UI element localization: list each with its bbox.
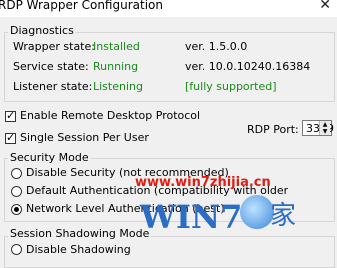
rdp-port-spinner[interactable]: ▲ ▼: [319, 121, 330, 135]
security-mode-legend: Security Mode: [8, 151, 91, 164]
spin-down-icon[interactable]: ▼: [319, 128, 330, 135]
enable-rdp-checkbox[interactable]: [5, 109, 16, 122]
single-session-label[interactable]: Single Session Per User: [20, 131, 149, 144]
close-icon[interactable]: ✕: [319, 0, 331, 13]
enable-rdp-label[interactable]: Enable Remote Desktop Protocol: [20, 109, 200, 122]
wrapper-state-label: Wrapper state:: [13, 40, 95, 53]
disable-shadowing-label[interactable]: Disable Shadowing: [26, 243, 131, 256]
spin-up-icon[interactable]: ▲: [319, 121, 330, 128]
service-state-label: Service state:: [13, 60, 89, 73]
listener-state-label: Listener state:: [13, 80, 93, 93]
disable-security-radio[interactable]: [11, 168, 22, 179]
watermark-logo: WIN7: [140, 198, 243, 236]
disable-shadowing-radio[interactable]: [11, 244, 22, 255]
default-auth-radio[interactable]: [11, 186, 22, 197]
wrapper-version: ver. 1.5.0.0: [185, 40, 248, 53]
shadowing-legend: Session Shadowing Mode: [8, 227, 152, 240]
listener-state-value: Listening: [93, 80, 143, 93]
single-session-checkbox[interactable]: [5, 131, 16, 144]
service-state-value: Running: [93, 60, 139, 73]
nla-radio[interactable]: [11, 204, 22, 215]
watermark-url: www.win7zhijia.cn: [135, 175, 271, 190]
diagnostics-legend: Diagnostics: [8, 24, 76, 37]
listener-support: [fully supported]: [185, 80, 277, 93]
window-title: RDP Wrapper Configuration: [0, 0, 163, 12]
service-version: ver. 10.0.10240.16384: [185, 60, 311, 73]
wrapper-state-value: Installed: [93, 40, 140, 53]
watermark-char: 家: [270, 201, 297, 231]
title-bar: RDP Wrapper Configuration ✕: [0, 0, 337, 17]
rdp-port-label: RDP Port:: [247, 123, 299, 136]
windows-logo-icon: [240, 195, 274, 229]
